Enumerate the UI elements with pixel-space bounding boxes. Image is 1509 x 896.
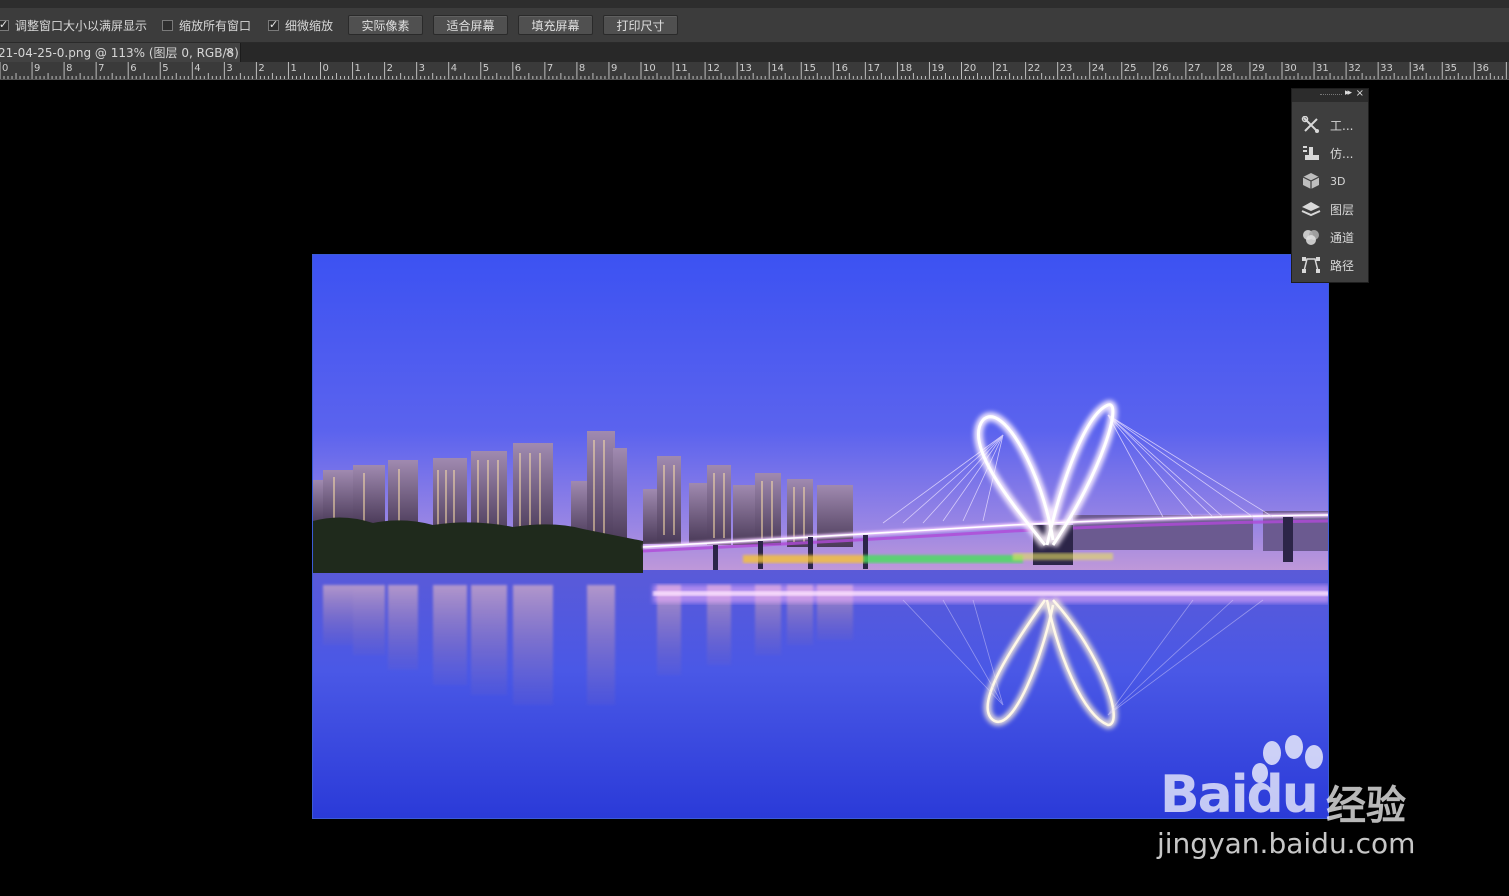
ruler-label: 26	[1155, 63, 1169, 74]
panel-item-label: 通道	[1330, 230, 1355, 245]
panel-dock-header[interactable]: ▸▸ ×	[1292, 88, 1368, 102]
panel-item-label: 工...	[1330, 118, 1354, 133]
watermark-sub: 经验	[1326, 783, 1406, 829]
ruler-label: 28	[1219, 63, 1233, 74]
print-size-button[interactable]: 打印尺寸	[603, 15, 678, 35]
photoshop-window: 调整窗口大小以满屏显示 缩放所有窗口 细微缩放 实际像素 适合屏幕 填充屏幕 打…	[0, 0, 1509, 896]
panel-item-label: 图层	[1330, 202, 1355, 217]
tools-icon	[1300, 115, 1322, 135]
watermark-url: jingyan.baidu.com	[1157, 827, 1416, 860]
ruler-label: 21	[995, 63, 1009, 74]
horizontal-ruler[interactable]: 0 9 8 7 6 5 4 3 2 1 0 1 2 3 4 5 6 7 8 9 10 11 12 13 14 15 16 17 18 19…	[0, 62, 1509, 80]
resize-windows-checkbox[interactable]: 调整窗口大小以满屏显示	[0, 17, 147, 34]
fit-screen-button[interactable]: 适合屏幕	[433, 15, 508, 35]
close-icon[interactable]: ×	[225, 45, 234, 58]
ruler-label: 3	[418, 63, 426, 74]
ruler-label: 29	[1251, 63, 1265, 74]
ruler-label: 24	[1091, 63, 1105, 74]
fill-screen-button[interactable]: 填充屏幕	[518, 15, 593, 35]
panel-item-label: 路径	[1330, 258, 1355, 273]
channels-icon	[1300, 227, 1322, 247]
panel-item-paths[interactable]: 路径	[1300, 253, 1366, 277]
ruler-label: 19	[931, 63, 945, 74]
collapsed-panel-dock: ▸▸ × 工... 仿... 3D 图层 通道 路径	[1291, 88, 1369, 283]
document-tab[interactable]: 21-04-25-0.png @ 113% (图层 0, RGB/8) ×	[0, 43, 241, 62]
ruler-label: 1	[290, 63, 297, 74]
ruler-label: 11	[675, 63, 688, 74]
ruler-label: 20	[963, 63, 977, 74]
ruler-label: 0	[2, 63, 9, 74]
ruler-label: 5	[162, 63, 169, 74]
layers-icon	[1300, 199, 1322, 219]
ruler-label: 3	[226, 63, 233, 74]
watermark-logo: Baidu	[1160, 765, 1319, 825]
close-icon[interactable]: ×	[1356, 88, 1364, 99]
panel-item-channels[interactable]: 通道	[1300, 225, 1366, 249]
ruler-label: 16	[835, 63, 849, 74]
panel-item-label: 仿...	[1330, 146, 1354, 161]
ruler-label: 35	[1444, 63, 1457, 74]
ruler-label: 22	[1027, 63, 1041, 74]
ruler-label: 9	[34, 63, 41, 74]
ruler-label: 4	[450, 63, 458, 74]
expand-panels-icon[interactable]: ▸▸	[1345, 88, 1352, 98]
ruler-label: 2	[258, 63, 265, 74]
zoom-all-windows-checkbox[interactable]: 缩放所有窗口	[162, 17, 251, 34]
ruler-label: 1	[354, 63, 361, 74]
document-tab-bar: 21-04-25-0.png @ 113% (图层 0, RGB/8) ×	[0, 43, 1509, 62]
ruler-label: 8	[578, 63, 586, 74]
ruler-label: 30	[1284, 63, 1297, 74]
cube-3d-icon	[1300, 171, 1322, 191]
panel-item-layers[interactable]: 图层	[1300, 197, 1366, 221]
scrubby-zoom-label: 细微缩放	[285, 19, 334, 33]
ruler-label: 13	[739, 63, 752, 74]
ruler-label: 34	[1412, 63, 1425, 74]
ruler-label: 10	[643, 63, 656, 74]
checkbox-box[interactable]	[0, 20, 9, 31]
ruler-label: 15	[803, 63, 816, 74]
ruler-label: 4	[194, 63, 201, 74]
panel-item-clone-source[interactable]: 仿...	[1300, 141, 1366, 165]
ruler-label: 9	[610, 63, 618, 74]
resize-windows-label: 调整窗口大小以满屏显示	[15, 19, 148, 33]
ruler-label: 14	[771, 63, 784, 74]
ruler-label: 36	[1476, 63, 1490, 74]
ruler-label: 31	[1316, 63, 1329, 74]
ruler-label: 0	[322, 63, 329, 74]
ruler-label: 5	[482, 63, 490, 74]
ruler-label: 6	[130, 63, 137, 74]
ruler-label: 8	[66, 63, 73, 74]
ruler-label: 12	[707, 63, 720, 74]
ruler-label: 6	[514, 63, 522, 74]
checkbox-box[interactable]	[268, 20, 279, 31]
actual-pixels-button[interactable]: 实际像素	[348, 15, 423, 35]
drag-grip[interactable]	[1320, 94, 1342, 96]
zoom-options-bar: 调整窗口大小以满屏显示 缩放所有窗口 细微缩放 实际像素 适合屏幕 填充屏幕 打…	[0, 0, 1509, 43]
ruler-label: 25	[1123, 63, 1137, 74]
ruler-label: 23	[1059, 63, 1073, 74]
zoom-all-windows-label: 缩放所有窗口	[179, 19, 252, 33]
checkbox-box[interactable]	[162, 20, 173, 31]
ruler-label: 32	[1348, 63, 1361, 74]
ruler-label: 7	[546, 63, 554, 74]
ruler-label: 17	[867, 63, 881, 74]
panel-item-3d[interactable]: 3D	[1300, 169, 1366, 193]
paths-icon	[1300, 255, 1322, 275]
clone-source-icon	[1300, 143, 1322, 163]
panel-item-tools[interactable]: 工...	[1300, 113, 1366, 137]
ruler-label: 27	[1187, 63, 1201, 74]
scrubby-zoom-checkbox[interactable]: 细微缩放	[268, 17, 333, 34]
panel-item-label: 3D	[1330, 174, 1346, 188]
ruler-label: 18	[899, 63, 913, 74]
ruler-label: 7	[98, 63, 105, 74]
ruler-label: 33	[1380, 63, 1393, 74]
document-tab-title: 21-04-25-0.png @ 113% (图层 0, RGB/8)	[0, 46, 239, 60]
ruler-label: 2	[386, 63, 393, 74]
baidu-jingyan-watermark: Baidu 经验 jingyan.baidu.com	[1155, 735, 1435, 865]
